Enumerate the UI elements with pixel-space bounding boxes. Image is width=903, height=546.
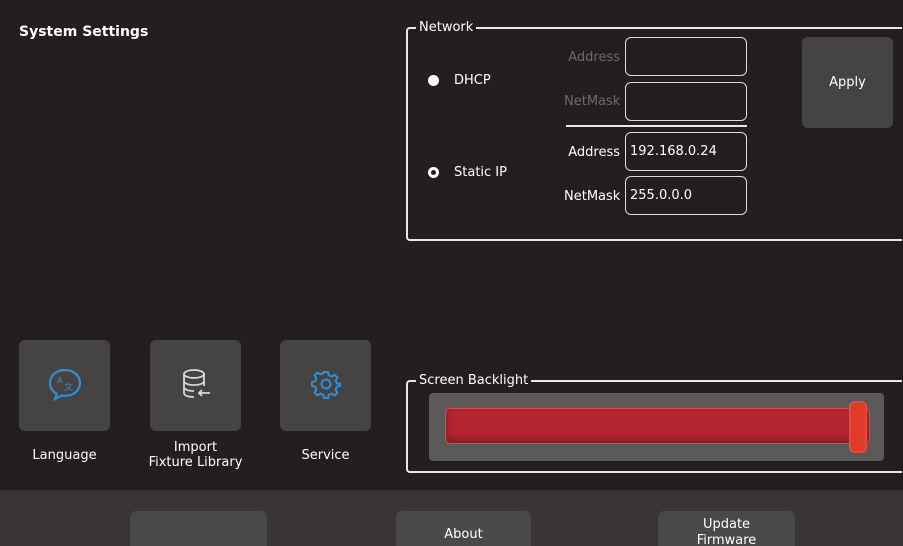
backlight-slider-track[interactable] xyxy=(445,408,870,444)
svg-text:A: A xyxy=(57,376,63,385)
dhcp-radio[interactable]: DHCP xyxy=(428,73,491,88)
update-firmware-button[interactable]: Update Firmware xyxy=(658,511,795,546)
dhcp-address-label: Address xyxy=(568,50,620,65)
dhcp-label: DHCP xyxy=(454,73,491,88)
page-title: System Settings xyxy=(19,24,149,40)
network-divider xyxy=(566,125,747,127)
language-icon: A 文 xyxy=(47,366,83,406)
static-netmask-label: NetMask xyxy=(564,189,621,204)
language-button[interactable]: A 文 xyxy=(19,340,110,431)
language-label: Language xyxy=(32,448,97,463)
static-ip-label: Static IP xyxy=(454,165,507,180)
static-address-label: Address xyxy=(568,145,620,160)
dhcp-address-field[interactable] xyxy=(625,37,747,76)
apply-button[interactable]: Apply xyxy=(802,37,893,128)
database-import-icon xyxy=(178,366,214,406)
service-button[interactable] xyxy=(280,340,371,431)
screen-backlight-legend: Screen Backlight xyxy=(416,373,532,389)
apply-label: Apply xyxy=(829,75,866,90)
service-label: Service xyxy=(301,448,350,463)
import-fixture-library-label: Import Fixture Library xyxy=(148,440,243,470)
static-ip-radio[interactable]: Static IP xyxy=(428,165,507,180)
blank-bottom-button[interactable] xyxy=(130,511,267,546)
dhcp-netmask-field[interactable] xyxy=(625,82,747,121)
network-legend: Network xyxy=(416,20,477,36)
dhcp-radio-dot[interactable] xyxy=(428,75,439,86)
svg-text:文: 文 xyxy=(64,381,73,393)
import-fixture-library-button[interactable] xyxy=(150,340,241,431)
backlight-slider-handle[interactable] xyxy=(849,401,867,453)
about-button[interactable]: About xyxy=(396,511,531,546)
gear-icon xyxy=(310,369,341,403)
static-address-field[interactable] xyxy=(625,132,747,171)
static-netmask-field[interactable] xyxy=(625,176,747,215)
dhcp-netmask-label: NetMask xyxy=(564,94,621,109)
static-ip-radio-dot[interactable] xyxy=(428,167,439,178)
